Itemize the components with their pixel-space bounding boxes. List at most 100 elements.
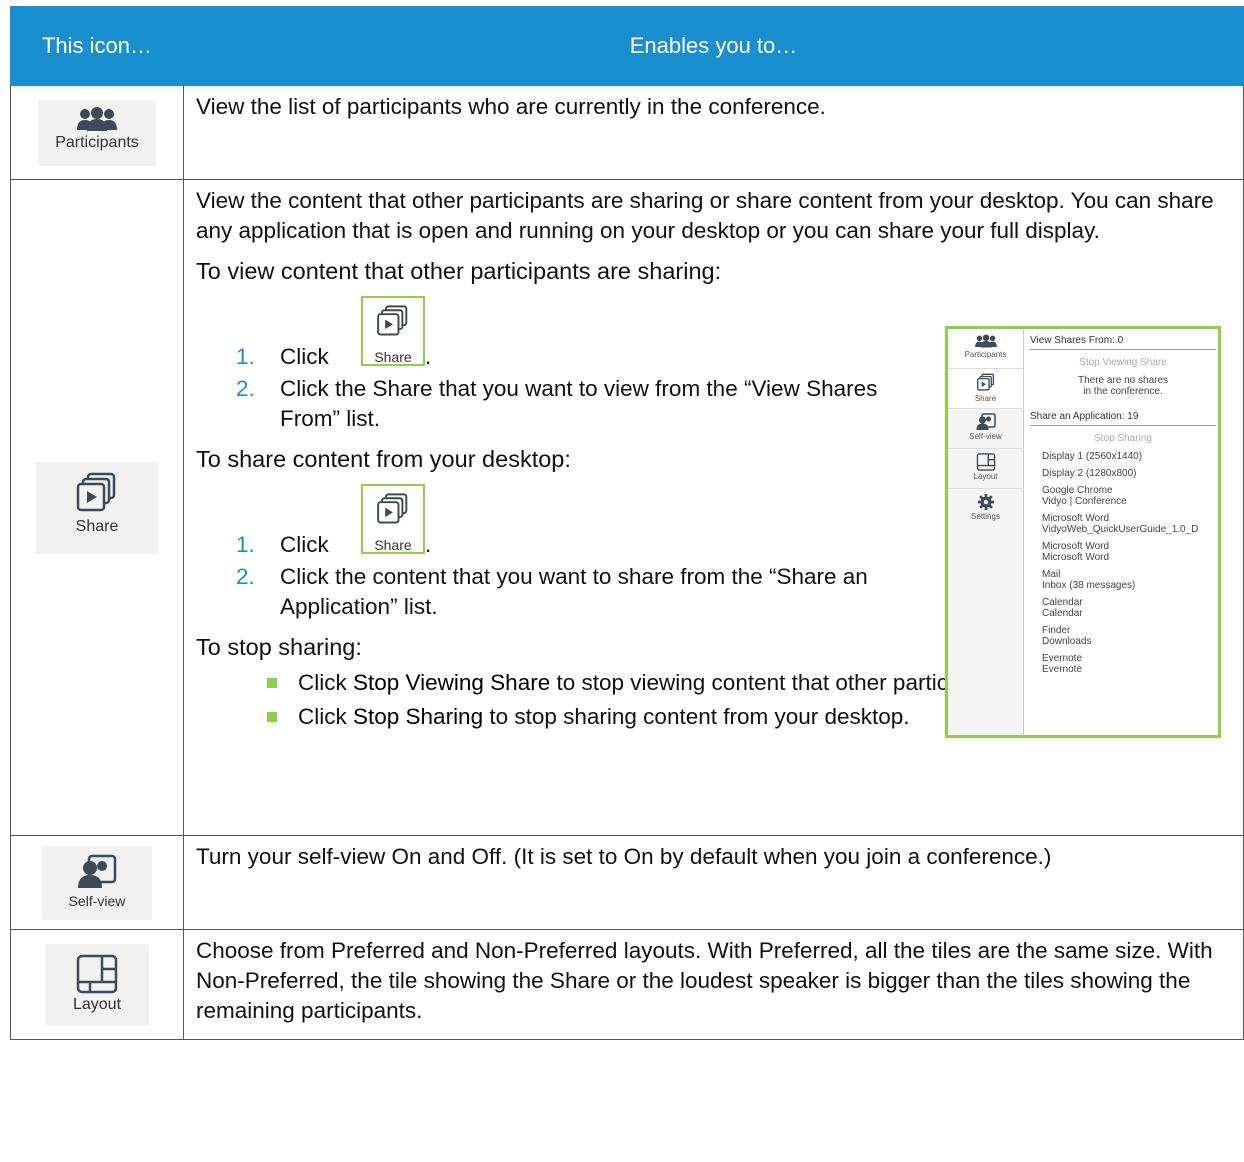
layout-icon xyxy=(976,453,995,471)
layout-tile[interactable]: Layout xyxy=(45,943,149,1026)
application-item[interactable]: Finder Downloads xyxy=(1042,625,1216,647)
application-name: Display 2 (1280x800) xyxy=(1042,468,1137,479)
share-intro: View the content that other participants… xyxy=(196,188,1214,243)
share-icon xyxy=(976,373,994,391)
self-view-icon xyxy=(78,854,117,888)
click-word: Click xyxy=(298,704,353,729)
share-label: Share xyxy=(75,517,119,535)
participants-icon xyxy=(77,106,117,131)
share-tile[interactable]: Share xyxy=(36,461,158,554)
application-window: Downloads xyxy=(1042,636,1092,647)
screenshot-sidebar-label: Settings xyxy=(971,512,1000,521)
step-number: 1. xyxy=(236,344,255,369)
click-text: Click xyxy=(280,344,329,369)
list-text: to stop sharing content from your deskto… xyxy=(483,704,910,729)
screenshot-sidebar-label: Participants xyxy=(964,350,1007,359)
share-button-label: Share xyxy=(374,537,412,553)
application-item[interactable]: Microsoft Word Microsoft Word xyxy=(1042,541,1216,563)
screenshot-sidebar-label: Self-view xyxy=(969,432,1002,441)
icon-cell: Share xyxy=(10,179,184,836)
share-button-label: Share xyxy=(374,349,412,365)
step-number: 2. xyxy=(236,564,255,589)
application-window: Inbox (38 messages) xyxy=(1042,580,1136,591)
click-word: Click xyxy=(298,670,353,695)
share-button-inline[interactable]: Share xyxy=(361,296,425,366)
view-shares-header: View Shares From: 0 xyxy=(1030,335,1216,350)
screenshot-sidebar-label: Share xyxy=(974,394,997,403)
table-row: Participants View the list of participan… xyxy=(10,85,1244,180)
application-item[interactable]: Microsoft Word VidyoWeb_QuickUserGuide_1.… xyxy=(1042,513,1216,535)
application-window: Vidyo | Conference xyxy=(1042,496,1127,507)
stop-viewing-share-term: Stop Viewing Share xyxy=(353,670,551,695)
application-window: Evernote xyxy=(1042,664,1083,675)
click-text: Click xyxy=(280,532,329,557)
header-icon-column: This icon… xyxy=(10,6,184,86)
participants-icon xyxy=(974,334,997,348)
application-name: Mail xyxy=(1042,569,1061,580)
application-name: Microsoft Word xyxy=(1042,513,1110,524)
period: . xyxy=(425,532,432,557)
self-view-label: Self-view xyxy=(68,892,126,909)
stop-viewing-share-button[interactable]: Stop Viewing Share xyxy=(1030,357,1216,368)
application-name: Microsoft Word xyxy=(1042,541,1110,552)
application-window: Microsoft Word xyxy=(1042,552,1110,563)
application-list: Display 1 (2560x1440) Display 2 (1280x800… xyxy=(1030,451,1216,675)
share-icon xyxy=(377,493,408,524)
application-name: Display 1 (2560x1440) xyxy=(1042,451,1143,462)
share-button-inline[interactable]: Share xyxy=(361,484,425,554)
participants-description: View the list of participants who are cu… xyxy=(183,85,1244,180)
self-view-description: Turn your self-view On and Off. (It is s… xyxy=(183,835,1244,930)
view-heading: To view content that other participants … xyxy=(196,258,722,284)
self-view-icon xyxy=(976,413,996,430)
screenshot-main: View Shares From: 0 Stop Viewing Share T… xyxy=(1030,335,1216,675)
application-window: Calendar xyxy=(1042,608,1083,619)
application-item[interactable]: Display 1 (2560x1440) xyxy=(1042,451,1216,462)
layout-label: Layout xyxy=(72,995,122,1013)
screenshot-sidebar-participants: Participants xyxy=(948,329,1023,369)
screenshot-sidebar: Participants Share Self-view Layout Sett… xyxy=(948,329,1024,735)
icon-cell: Self-view xyxy=(10,835,184,930)
share-icon xyxy=(377,305,408,336)
header-enables-column: Enables you to… xyxy=(183,6,1244,86)
view-step-2: 2. Click the Share that you want to view… xyxy=(196,374,880,434)
gear-icon xyxy=(977,493,994,511)
layout-icon xyxy=(76,954,118,993)
application-item[interactable]: Google Chrome Vidyo | Conference xyxy=(1042,485,1216,507)
no-shares-line-2: in the conference. xyxy=(1083,386,1163,397)
step-number: 2. xyxy=(236,376,255,401)
application-item[interactable]: Mail Inbox (38 messages) xyxy=(1042,569,1216,591)
table-header-row: This icon… Enables you to… xyxy=(10,6,1244,86)
participants-label: Participants xyxy=(55,133,139,151)
period: . xyxy=(425,344,432,369)
stop-sharing-button[interactable]: Stop Sharing xyxy=(1030,433,1216,444)
table-row: Layout Choose from Preferred and Non-Pre… xyxy=(10,929,1244,1040)
self-view-tile[interactable]: Self-view xyxy=(42,845,152,920)
layout-description: Choose from Preferred and Non-Preferred … xyxy=(183,929,1244,1040)
share-panel-screenshot: Participants Share Self-view Layout Sett… xyxy=(945,326,1221,738)
participants-tile[interactable]: Participants xyxy=(38,99,156,166)
step-text: Click the content that you want to share… xyxy=(280,564,868,619)
share-application-header: Share an Application: 19 xyxy=(1030,411,1216,426)
screenshot-sidebar-layout: Layout xyxy=(948,449,1023,489)
application-window: VidyoWeb_QuickUserGuide_1.0_D xyxy=(1042,524,1199,535)
no-shares-line-1: There are no shares xyxy=(1077,375,1169,386)
screenshot-sidebar-self-view: Self-view xyxy=(948,409,1023,449)
icon-cell: Participants xyxy=(10,85,184,180)
application-item[interactable]: Calendar Calendar xyxy=(1042,597,1216,619)
screenshot-sidebar-label: Layout xyxy=(973,472,998,481)
application-name: Evernote xyxy=(1042,653,1083,664)
screenshot-sidebar-share: Share xyxy=(948,369,1023,409)
icon-reference-page: This icon… Enables you to… Participants … xyxy=(10,6,1244,1162)
application-name: Finder xyxy=(1042,625,1071,636)
application-name: Google Chrome xyxy=(1042,485,1113,496)
step-text: Click the Share that you want to view fr… xyxy=(280,376,878,431)
share-step-2: 2. Click the content that you want to sh… xyxy=(196,562,920,622)
application-name: Calendar xyxy=(1042,597,1083,608)
icon-cell: Layout xyxy=(10,929,184,1040)
stop-sharing-term: Stop Sharing xyxy=(353,704,484,729)
table-row: Self-view Turn your self-view On and Off… xyxy=(10,835,1244,930)
application-item[interactable]: Evernote Evernote xyxy=(1042,653,1216,675)
application-item[interactable]: Display 2 (1280x800) xyxy=(1042,468,1216,479)
screenshot-sidebar-settings: Settings xyxy=(948,489,1023,529)
step-number: 1. xyxy=(236,532,255,557)
